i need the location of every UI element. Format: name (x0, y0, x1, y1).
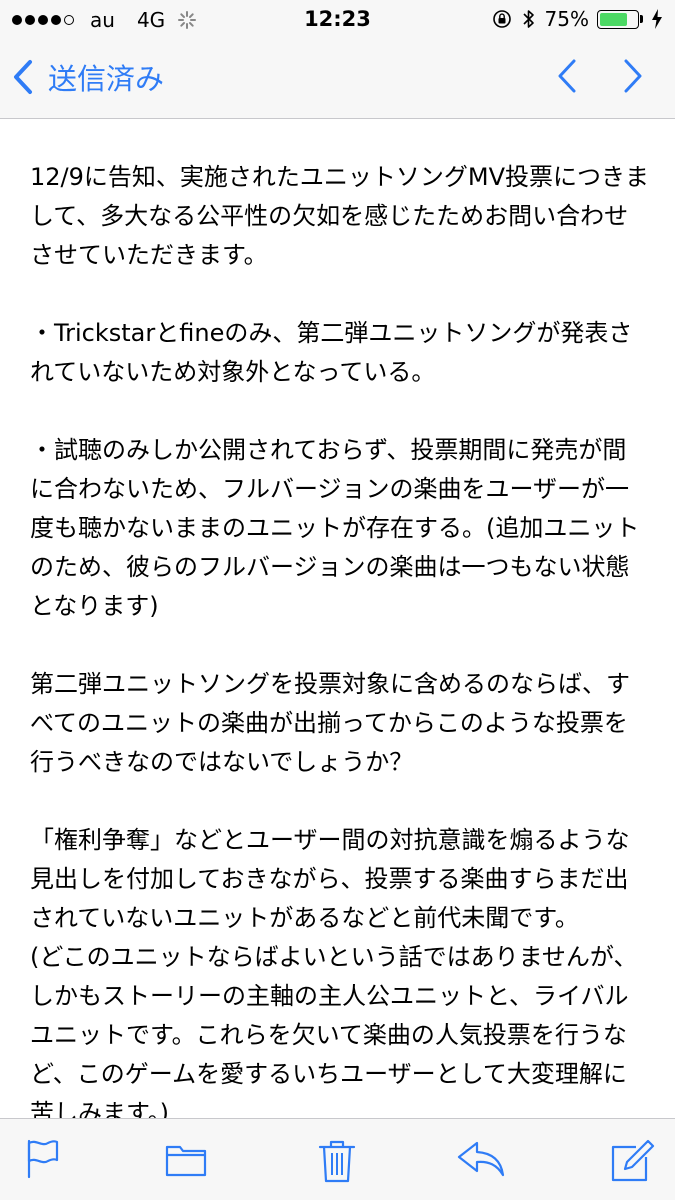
chevron-left-icon (14, 60, 32, 94)
back-button[interactable]: 送信済み (12, 56, 164, 98)
mail-message-screen: au 4G 12:23 75% 送信済み 12/9に告知、実施されたユニットソン… (0, 0, 675, 1200)
charging-bolt-icon (652, 9, 662, 29)
message-paragraph: 「権利争奪」などとユーザー間の対抗意識を煽るような見出しを付加しておきながら、投… (30, 826, 630, 932)
trash-button[interactable] (318, 1139, 356, 1187)
chevron-up-icon (558, 59, 576, 93)
message-paragraph: ・Trickstarとfineのみ、第二弾ユニットソングが発表されていないため対… (30, 319, 633, 386)
back-button-label: 送信済み (48, 62, 165, 96)
chevron-down-icon (624, 59, 642, 93)
message-paragraph: (どこのユニットならばよいという話ではありませんが、しかもストーリーの主軸の主人… (30, 943, 638, 1127)
battery-percent: 75% (544, 7, 589, 31)
folder-icon (165, 1145, 207, 1177)
move-to-folder-button[interactable] (165, 1139, 207, 1183)
reply-button[interactable] (457, 1139, 505, 1183)
status-bar: au 4G 12:23 75% (0, 0, 675, 38)
navigation-bar: 送信済み (0, 38, 675, 118)
compose-button[interactable] (610, 1139, 656, 1187)
previous-message-button[interactable] (556, 58, 578, 98)
message-paragraph: 第二弾ユニットソングを投票対象に含めるのならば、すべてのユニットの楽曲が出揃って… (30, 670, 630, 776)
battery-icon (597, 9, 639, 29)
trash-icon (318, 1140, 356, 1183)
message-paragraph: 12/9に告知、実施されたユニットソングMV投票につきまして、多大なる公平性の欠… (30, 163, 650, 269)
compose-icon (611, 1139, 655, 1182)
bottom-toolbar (0, 1118, 675, 1200)
top-bar: au 4G 12:23 75% 送信済み (0, 0, 675, 119)
flag-button[interactable] (26, 1139, 60, 1183)
orientation-lock-icon (492, 10, 511, 28)
reply-icon (457, 1141, 505, 1177)
message-body: 12/9に告知、実施されたユニットソングMV投票につきまして、多大なる公平性の欠… (30, 158, 650, 1133)
bluetooth-icon (522, 10, 534, 28)
next-message-button[interactable] (622, 58, 644, 98)
flag-icon (27, 1139, 59, 1179)
status-right: 75% (491, 7, 663, 31)
message-paragraph: ・試聴のみしか公開されておらず、投票期間に発売が間に合わないため、フルバージョン… (30, 436, 640, 620)
